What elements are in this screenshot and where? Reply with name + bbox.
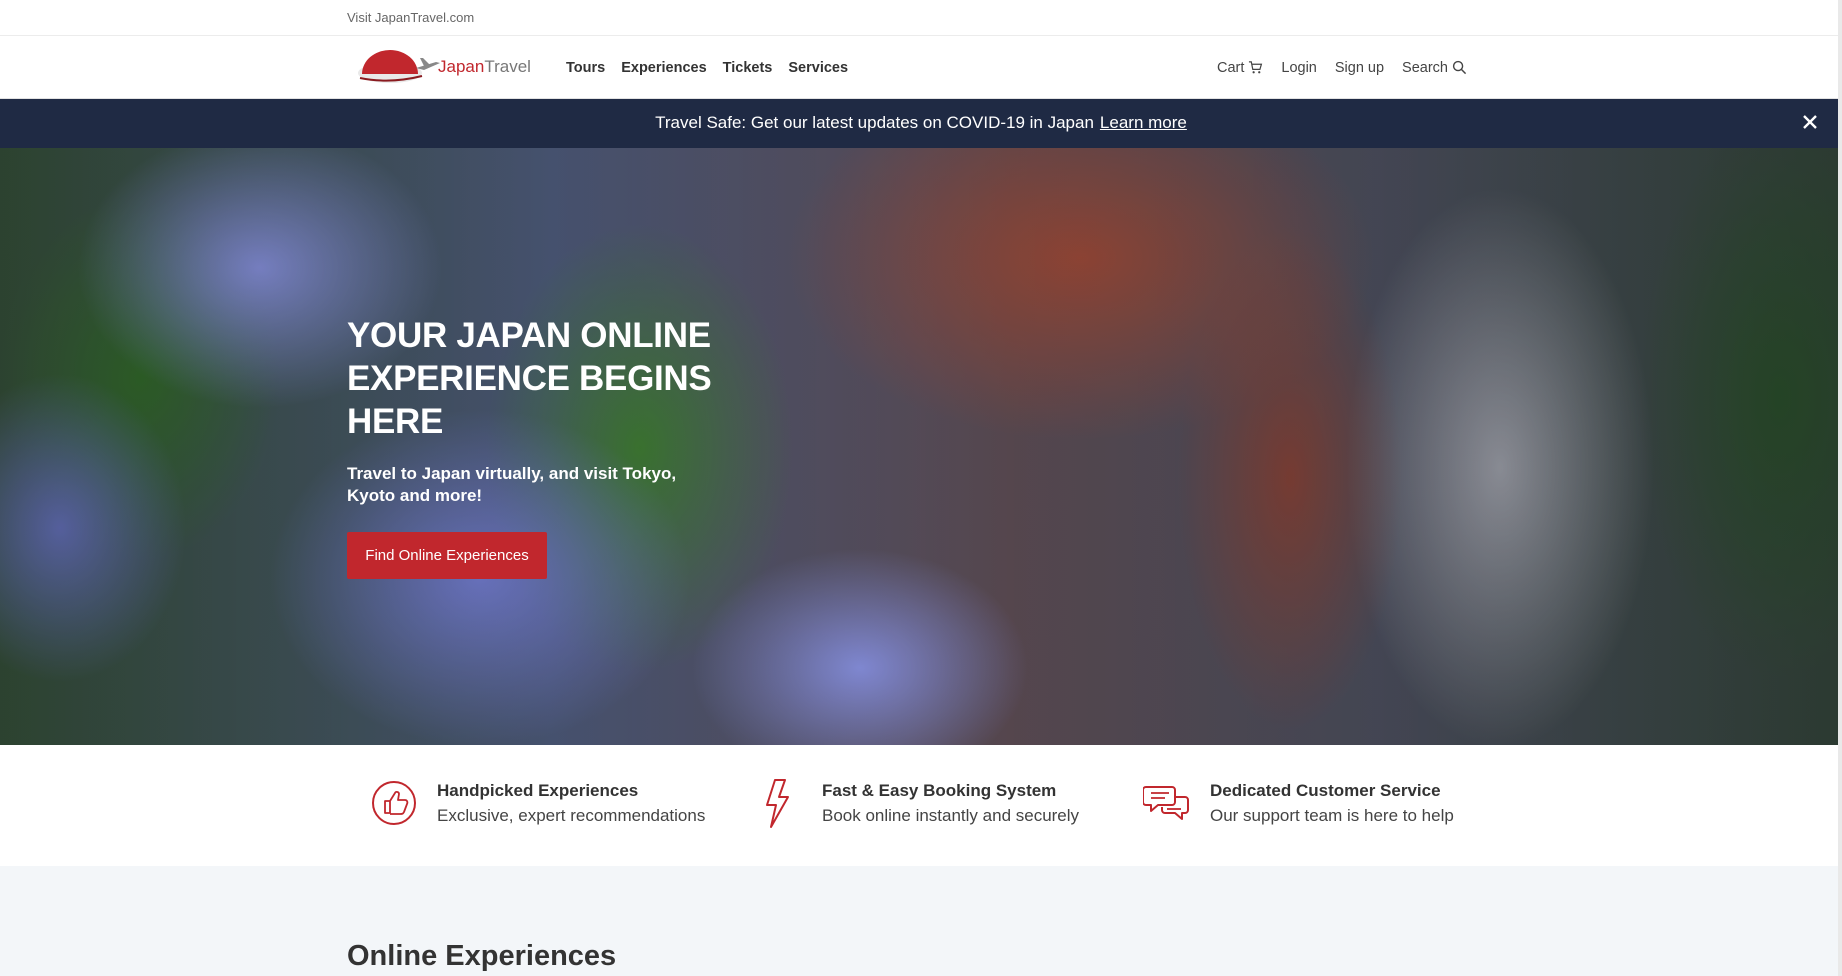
cart-label: Cart bbox=[1216, 59, 1245, 76]
search-label: Search bbox=[1402, 59, 1448, 76]
main-navbar: JapanTravel Tours Experiences Tickets Se… bbox=[0, 36, 1842, 99]
feature-booking: Fast & Easy Booking System Book online i… bbox=[755, 777, 1115, 837]
page-scrollbar[interactable] bbox=[1838, 0, 1842, 976]
feature-desc: Book online instantly and securely bbox=[822, 806, 1080, 825]
hero-subtitle: Travel to Japan virtually, and visit Tok… bbox=[347, 464, 677, 505]
search-icon bbox=[1452, 60, 1467, 75]
lightning-icon bbox=[766, 779, 789, 828]
visit-japantravel-link[interactable]: Visit JapanTravel.com bbox=[347, 10, 474, 25]
features-strip: Handpicked Experiences Exclusive, expert… bbox=[0, 745, 1842, 866]
search-link[interactable]: Search bbox=[1402, 60, 1467, 76]
hero-banner: YOUR JAPAN ONLINE EXPERIENCE BEGINS HERE… bbox=[0, 148, 1838, 745]
logo-sun-plane-icon bbox=[358, 50, 440, 83]
close-icon[interactable] bbox=[1798, 110, 1822, 134]
feature-desc: Exclusive, expert recommendations bbox=[437, 806, 706, 825]
chat-bubbles-icon bbox=[1143, 786, 1189, 820]
nav-experiences[interactable]: Experiences bbox=[621, 60, 706, 76]
thumbs-up-icon bbox=[372, 781, 416, 825]
online-experiences-section: Online Experiences bbox=[0, 866, 1842, 976]
nav-tickets[interactable]: Tickets bbox=[723, 60, 773, 76]
account-nav: Cart Login Sign up Search bbox=[1217, 36, 1467, 99]
notice-text: Travel Safe: Get our latest updates on C… bbox=[655, 113, 1094, 132]
feature-handpicked: Handpicked Experiences Exclusive, expert… bbox=[370, 777, 730, 837]
login-link[interactable]: Login bbox=[1281, 60, 1316, 76]
feature-title: Handpicked Experiences bbox=[437, 781, 639, 800]
hero-title: YOUR JAPAN ONLINE EXPERIENCE BEGINS HERE bbox=[347, 316, 712, 441]
feature-title: Dedicated Customer Service bbox=[1210, 781, 1441, 800]
cart-icon bbox=[1249, 61, 1263, 74]
signup-link[interactable]: Sign up bbox=[1335, 60, 1384, 76]
nav-tours[interactable]: Tours bbox=[566, 60, 605, 76]
cart-link[interactable]: Cart bbox=[1217, 60, 1263, 76]
logo-wordmark: JapanTravel bbox=[438, 57, 531, 76]
hero-overlay bbox=[0, 148, 1838, 745]
section-heading: Online Experiences bbox=[347, 940, 617, 972]
primary-nav: Tours Experiences Tickets Services bbox=[566, 36, 848, 99]
feature-desc: Our support team is here to help bbox=[1210, 806, 1454, 825]
feature-support: Dedicated Customer Service Our support t… bbox=[1143, 777, 1503, 837]
nav-services[interactable]: Services bbox=[788, 60, 848, 76]
find-online-experiences-button[interactable]: Find Online Experiences bbox=[347, 532, 547, 579]
notice-message: Travel Safe: Get our latest updates on C… bbox=[0, 113, 1842, 133]
feature-title: Fast & Easy Booking System bbox=[822, 781, 1057, 800]
learn-more-link[interactable]: Learn more bbox=[1100, 113, 1187, 132]
logo[interactable]: JapanTravel bbox=[352, 46, 542, 88]
covid-notice-banner: Travel Safe: Get our latest updates on C… bbox=[0, 99, 1842, 148]
top-bar: Visit JapanTravel.com bbox=[0, 0, 1842, 36]
